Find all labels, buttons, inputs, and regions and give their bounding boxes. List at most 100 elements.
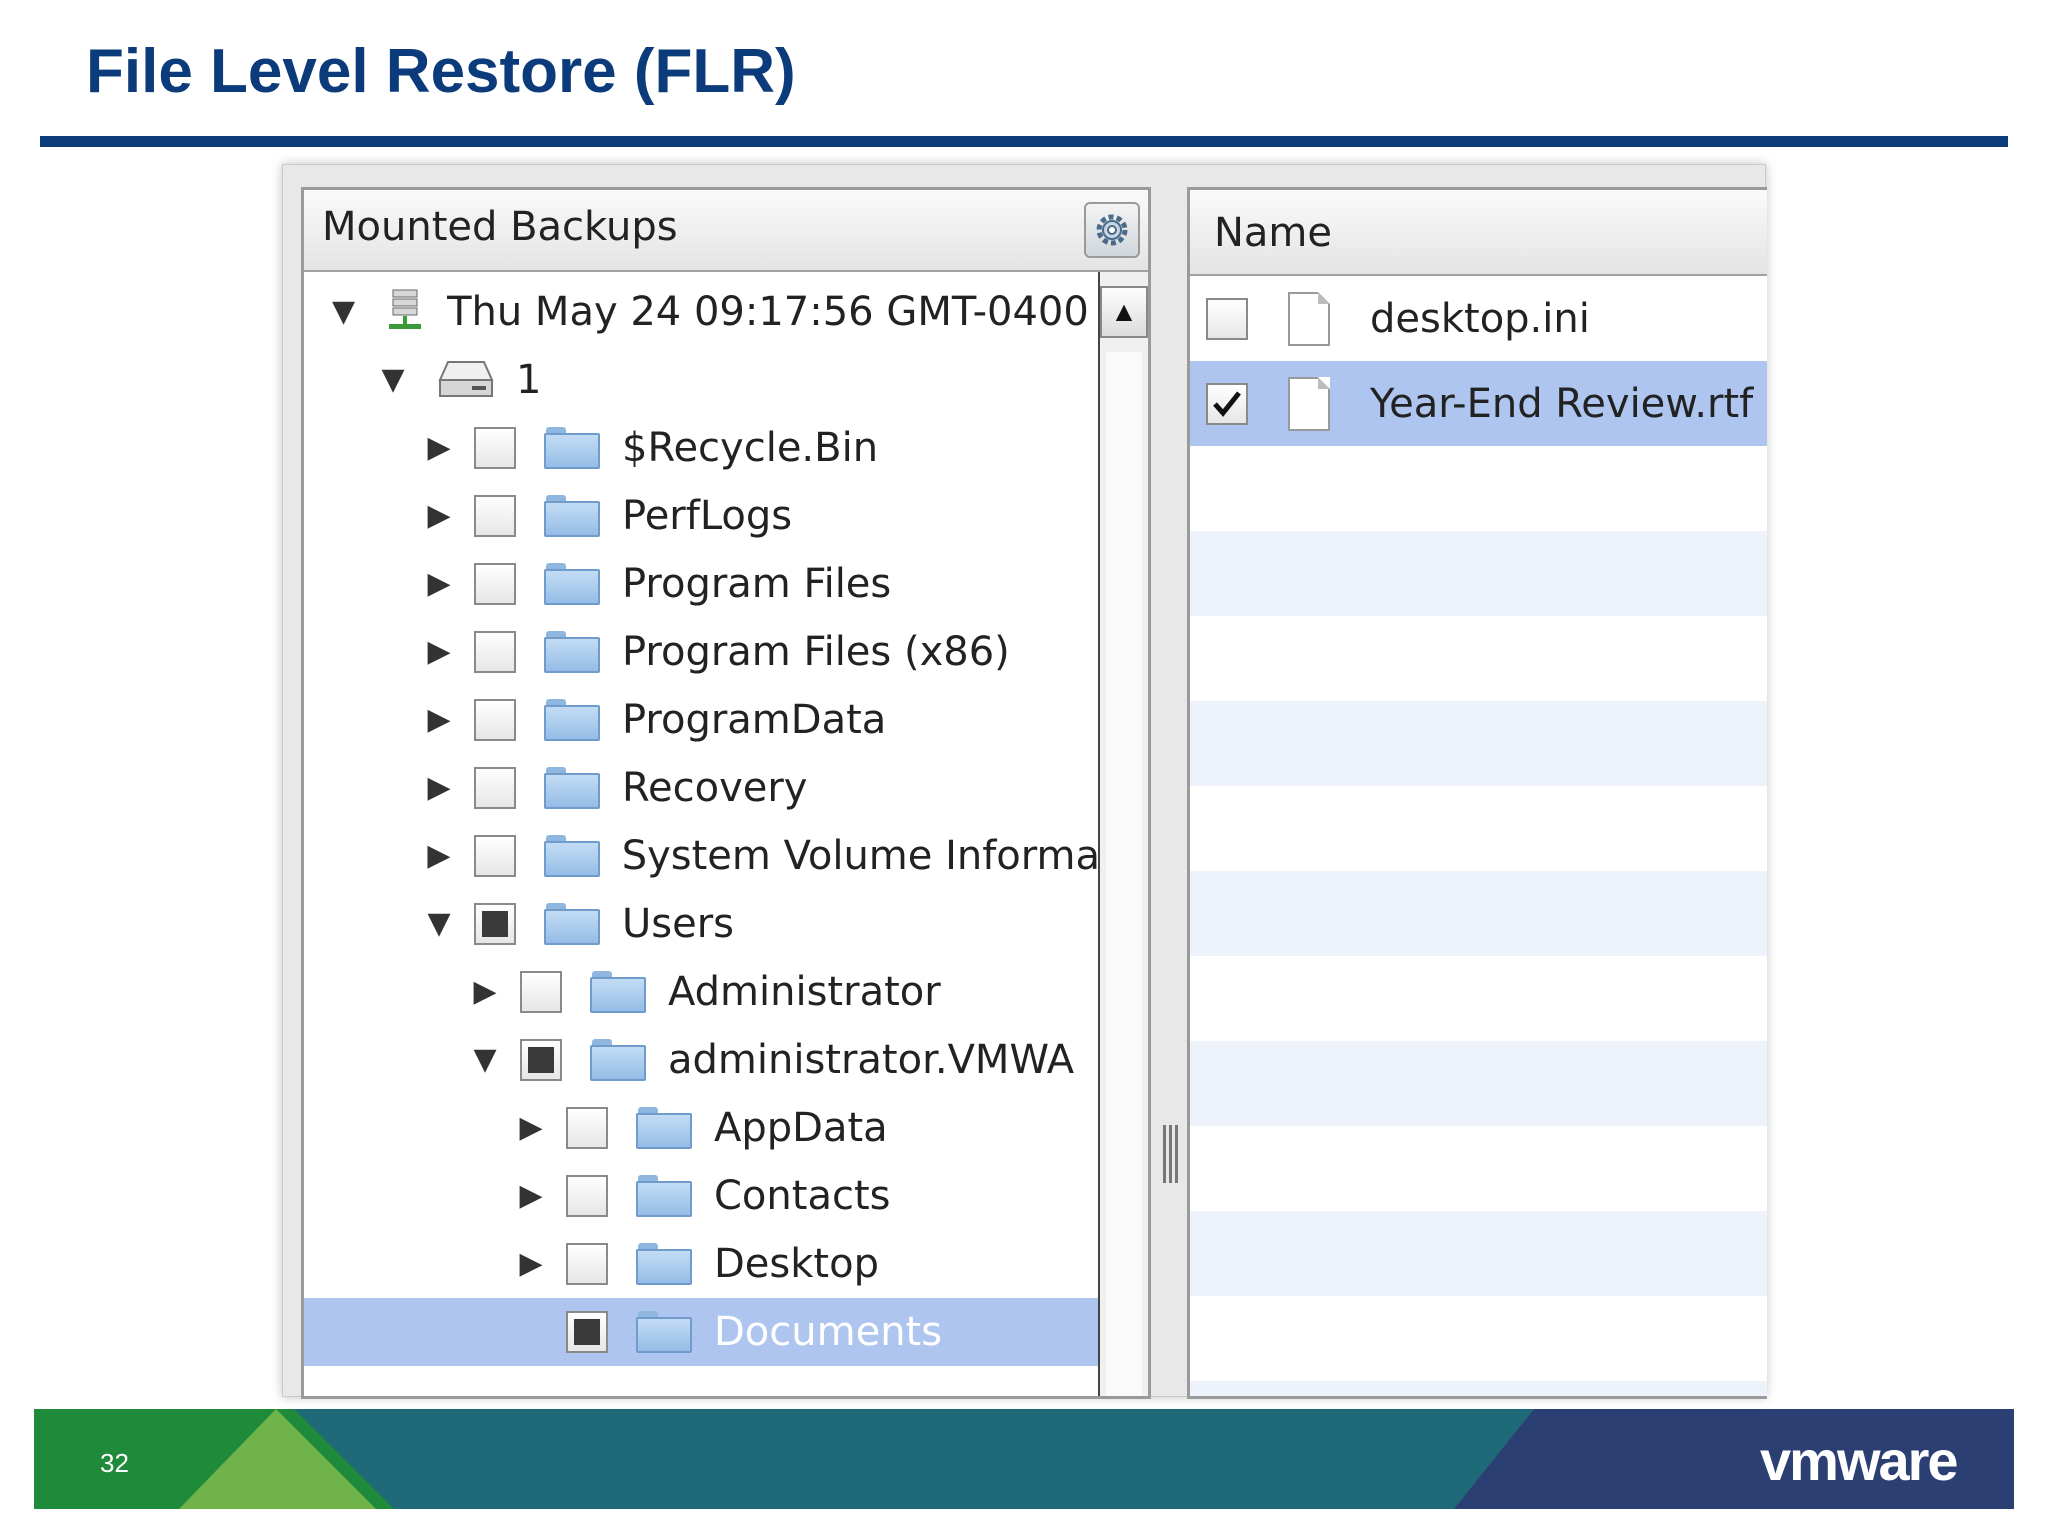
collapse-arrow-icon[interactable]: ▶ xyxy=(470,977,500,1007)
document-icon xyxy=(1288,291,1330,346)
tree-item-checkbox[interactable] xyxy=(566,1107,608,1149)
tree-item-label: 1 xyxy=(516,357,542,403)
drive-icon xyxy=(438,356,494,405)
tree-item-checkbox[interactable] xyxy=(566,1311,608,1353)
mounted-backups-label: Mounted Backups xyxy=(322,204,678,250)
tree-item[interactable]: ▶ AppData xyxy=(304,1094,1100,1162)
tree-item[interactable]: ▼ Users xyxy=(304,890,1100,958)
tree-item-checkbox[interactable] xyxy=(474,699,516,741)
file-name: Year-End Review.rtf xyxy=(1370,380,1754,427)
collapse-arrow-icon[interactable]: ▶ xyxy=(516,1113,546,1143)
tree-item-checkbox[interactable] xyxy=(474,631,516,673)
file-list-stripe xyxy=(1190,956,1767,1041)
file-list-stripe xyxy=(1190,1126,1767,1211)
folder-icon xyxy=(636,1243,692,1285)
scroll-track[interactable] xyxy=(1106,352,1142,1396)
folder-icon xyxy=(636,1311,692,1353)
folder-icon xyxy=(544,495,600,537)
pane-splitter-handle[interactable] xyxy=(1158,1125,1182,1185)
tree-item[interactable]: ▼ Thu May 24 09:17:56 GMT-0400 2 xyxy=(304,278,1100,346)
collapse-arrow-icon[interactable]: ▶ xyxy=(424,433,454,463)
file-checkbox[interactable] xyxy=(1206,382,1248,425)
file-list-stripe xyxy=(1190,531,1767,616)
file-list-stripe xyxy=(1190,786,1767,871)
scroll-up-button[interactable]: ▲ xyxy=(1100,286,1148,338)
tree-item[interactable]: ▶ Desktop xyxy=(304,1230,1100,1298)
tree-item-label: Users xyxy=(622,901,735,947)
tree-item[interactable]: Documents xyxy=(304,1298,1100,1366)
tree-item-checkbox[interactable] xyxy=(474,495,516,537)
vmware-logo: vmware xyxy=(1760,1429,1959,1492)
tree-item[interactable]: ▼ administrator.VMWA xyxy=(304,1026,1100,1094)
folder-icon xyxy=(543,835,600,877)
file-list-stripe xyxy=(1190,701,1767,786)
app-screenshot: Mounted Backups ▼ Thu May 24 09:17:56 GMT… xyxy=(282,164,1767,1399)
file-list-stripe xyxy=(1190,446,1767,531)
collapse-arrow-icon[interactable]: ▶ xyxy=(424,501,454,531)
folder-icon xyxy=(544,631,600,673)
tree-item-label: Administrator xyxy=(668,969,941,1015)
tree-item-checkbox[interactable] xyxy=(474,427,516,469)
tree-item-label: PerfLogs xyxy=(622,493,793,539)
settings-button[interactable] xyxy=(1084,202,1140,258)
file-list-stripe xyxy=(1190,1296,1767,1381)
file-list-stripe xyxy=(1190,616,1767,701)
slide-title: File Level Restore (FLR) xyxy=(86,37,796,106)
tree-item-checkbox[interactable] xyxy=(566,1243,608,1285)
server-icon xyxy=(385,288,425,337)
tree-item[interactable]: ▶ Administrator xyxy=(304,958,1100,1026)
file-checkbox[interactable] xyxy=(1206,297,1248,340)
tree-item-checkbox[interactable] xyxy=(474,767,516,809)
backup-tree: ▼ Thu May 24 09:17:56 GMT-0400 2 ▼ 1 ▶ $Recyc… xyxy=(304,272,1100,1396)
tree-item-label: AppData xyxy=(714,1105,888,1151)
collapse-arrow-icon[interactable]: ▶ xyxy=(516,1181,546,1211)
file-row[interactable]: Year-End Review.rtf xyxy=(1190,361,1767,446)
collapse-arrow-icon[interactable]: ▶ xyxy=(424,705,454,735)
tree-item-checkbox[interactable] xyxy=(520,971,562,1013)
mounted-backups-panel: Mounted Backups ▼ Thu May 24 09:17:56 GMT… xyxy=(301,187,1151,1399)
folder-icon xyxy=(636,1107,692,1149)
collapse-arrow-icon[interactable]: ▶ xyxy=(424,773,454,803)
page-number: 32 xyxy=(100,1448,129,1478)
file-list-stripe xyxy=(1190,1381,1767,1396)
tree-item[interactable]: ▶ Program Files xyxy=(304,550,1100,618)
collapse-arrow-icon[interactable]: ▶ xyxy=(516,1249,546,1279)
tree-item-label: Thu May 24 09:17:56 GMT-0400 2 xyxy=(447,289,1100,335)
file-row[interactable]: desktop.ini xyxy=(1190,276,1767,361)
tree-item-checkbox[interactable] xyxy=(474,563,516,605)
tree-item[interactable]: ▶ ProgramData xyxy=(304,686,1100,754)
tree-item[interactable]: ▼ 1 xyxy=(304,346,1100,414)
tree-item-checkbox[interactable] xyxy=(566,1175,608,1217)
collapse-arrow-icon[interactable]: ▶ xyxy=(424,637,454,667)
expand-arrow-icon[interactable]: ▼ xyxy=(332,297,355,327)
tree-item-label: Documents xyxy=(714,1309,943,1355)
tree-item-label: Program Files xyxy=(622,561,892,607)
collapse-arrow-icon[interactable]: ▶ xyxy=(424,841,454,871)
name-column-header[interactable]: Name xyxy=(1190,190,1767,276)
expand-arrow-icon[interactable]: ▼ xyxy=(424,909,454,939)
footer-band xyxy=(34,1409,2014,1509)
expand-arrow-icon[interactable]: ▼ xyxy=(470,1045,500,1075)
tree-item[interactable]: ▶ Recovery xyxy=(304,754,1100,822)
tree-item-checkbox[interactable] xyxy=(520,1039,562,1081)
tree-item[interactable]: ▶ $Recycle.Bin xyxy=(304,414,1100,482)
tree-item[interactable]: ▶ Program Files (x86) xyxy=(304,618,1100,686)
tree-item-checkbox[interactable] xyxy=(473,835,516,877)
file-list-stripe xyxy=(1190,1211,1767,1296)
tree-item-label: Program Files (x86) xyxy=(622,629,1010,675)
tree-scrollbar[interactable]: ▲ xyxy=(1098,272,1148,1396)
folder-icon xyxy=(544,427,600,469)
folder-icon xyxy=(544,767,600,809)
folder-icon xyxy=(544,699,600,741)
file-name: desktop.ini xyxy=(1370,295,1590,342)
expand-arrow-icon[interactable]: ▼ xyxy=(378,365,408,395)
tree-item[interactable]: ▶ Contacts xyxy=(304,1162,1100,1230)
tree-item[interactable]: ▶ PerfLogs xyxy=(304,482,1100,550)
tree-item-checkbox[interactable] xyxy=(474,903,516,945)
collapse-arrow-icon[interactable]: ▶ xyxy=(424,569,454,599)
tree-item-label: System Volume Informa xyxy=(621,833,1100,879)
file-list-stripe xyxy=(1190,871,1767,956)
tree-item[interactable]: ▶ System Volume Informa xyxy=(304,822,1100,890)
tree-item-label: ProgramData xyxy=(622,697,887,743)
folder-icon xyxy=(544,903,600,945)
